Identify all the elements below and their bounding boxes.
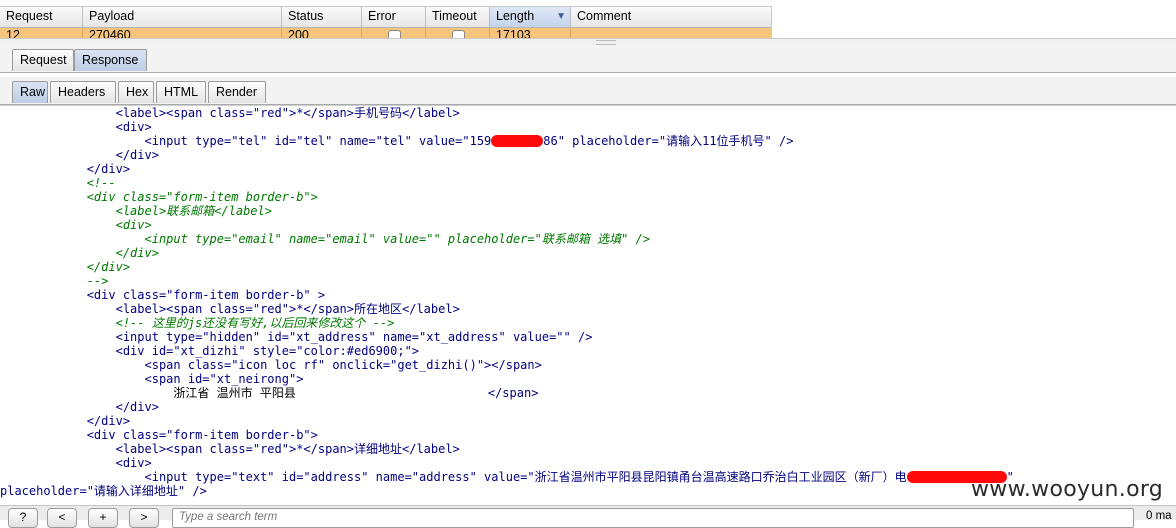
match-count: 0 ma xyxy=(1146,510,1172,522)
code-line: </div> xyxy=(0,260,131,274)
tab-headers[interactable]: Headers xyxy=(50,81,116,103)
cell-payload: 270460 xyxy=(83,28,282,38)
column-header-payload[interactable]: Payload xyxy=(83,7,282,27)
table-row[interactable]: 12 270460 200 17103 xyxy=(0,28,771,38)
column-header-timeout[interactable]: Timeout xyxy=(426,7,490,27)
code-fragment: 86" placeholder="请输入11位手机号" /> xyxy=(543,134,794,148)
code-line: <div class="form-item border-b"> xyxy=(0,190,318,204)
raw-response-viewer[interactable]: <label><span class="red">*</span>手机号码</l… xyxy=(0,105,1176,499)
column-header-comment[interactable]: Comment xyxy=(571,7,771,27)
code-line: <!-- xyxy=(0,176,116,190)
code-line: <input type="hidden" id="xt_address" nam… xyxy=(0,330,593,344)
intruder-results-table: Request Payload Status Error Timeout Len… xyxy=(0,6,772,38)
code-fragment: <input type="tel" id="tel" name="tel" va… xyxy=(0,134,492,148)
help-button[interactable]: ? xyxy=(8,508,38,528)
search-input[interactable]: Type a search term xyxy=(172,508,1134,528)
next-match-button[interactable]: > xyxy=(129,508,159,528)
request-response-tabs: Request Response xyxy=(0,45,1176,73)
cell-request: 12 xyxy=(0,28,83,38)
code-line: <div> xyxy=(0,456,152,470)
code-line: <div id="xt_dizhi" style="color:#ed6900;… xyxy=(0,344,420,358)
code-line: <div class="form-item border-b"> xyxy=(0,428,318,442)
tab-render[interactable]: Render xyxy=(208,81,266,103)
cell-timeout xyxy=(426,28,490,38)
code-line: <span id="xt_neirong"> xyxy=(0,372,304,386)
tab-raw[interactable]: Raw xyxy=(12,81,48,103)
code-line: <input type="email" name="email" value="… xyxy=(0,232,650,246)
tab-hex[interactable]: Hex xyxy=(118,81,154,103)
column-header-length[interactable]: Length ▼ xyxy=(490,7,571,27)
timeout-checkbox[interactable] xyxy=(452,30,465,38)
cell-comment xyxy=(571,28,771,38)
code-line: <div> xyxy=(0,120,152,134)
redaction-mark xyxy=(491,135,544,147)
code-line: <label><span class="red">*</span>手机号码</l… xyxy=(0,106,460,120)
code-line: <div class="form-item border-b" > xyxy=(0,288,326,302)
code-line: <label>联系邮箱</label> xyxy=(0,204,272,218)
code-line: <!-- 这里的js还没有写好,以后回来修改这个 --> xyxy=(0,316,395,330)
tab-response[interactable]: Response xyxy=(74,49,147,71)
watermark: www.wooyun.org xyxy=(971,477,1164,502)
tab-request[interactable]: Request xyxy=(12,49,74,71)
error-checkbox[interactable] xyxy=(388,30,401,38)
code-fragment: 浙江省 温州市 平阳县 xyxy=(0,386,296,400)
column-header-error[interactable]: Error xyxy=(362,7,426,27)
view-mode-tabs: Raw Headers Hex HTML Render xyxy=(0,77,1176,105)
code-fragment: </span> xyxy=(487,386,539,400)
code-line: </div> xyxy=(0,414,131,428)
code-line: <span class="icon loc rf" onclick="get_d… xyxy=(0,358,542,372)
cell-length: 17103 xyxy=(490,28,571,38)
cell-error xyxy=(362,28,426,38)
code-line: --> xyxy=(0,274,109,288)
cell-status: 200 xyxy=(282,28,362,38)
column-header-request[interactable]: Request xyxy=(0,7,83,27)
add-button[interactable]: + xyxy=(88,508,118,528)
code-line: <label><span class="red">*</span>所在地区</l… xyxy=(0,302,460,316)
table-header: Request Payload Status Error Timeout Len… xyxy=(0,6,771,28)
previous-match-button[interactable]: < xyxy=(47,508,77,528)
code-line: <input type="tel" id="tel" name="tel" va… xyxy=(0,134,1176,148)
code-line: </div> xyxy=(0,400,159,414)
sort-descending-icon: ▼ xyxy=(556,11,566,22)
code-line: </div> xyxy=(0,148,159,162)
code-fragment: <input type="text" id="address" name="ad… xyxy=(0,470,907,484)
code-line: </div> xyxy=(0,162,131,176)
code-line: </div> xyxy=(0,246,159,260)
column-header-length-label: Length xyxy=(496,9,535,23)
code-line: <label><span class="red">*</span>详细地址</l… xyxy=(0,442,460,456)
tab-html[interactable]: HTML xyxy=(156,81,206,103)
pane-splitter[interactable] xyxy=(0,38,1176,45)
code-line: <div> xyxy=(0,218,152,232)
search-bar: ? < + > Type a search term 0 ma xyxy=(0,505,1176,528)
code-line: 浙江省 温州市 平阳县 </span> xyxy=(0,386,1176,400)
column-header-status[interactable]: Status xyxy=(282,7,362,27)
